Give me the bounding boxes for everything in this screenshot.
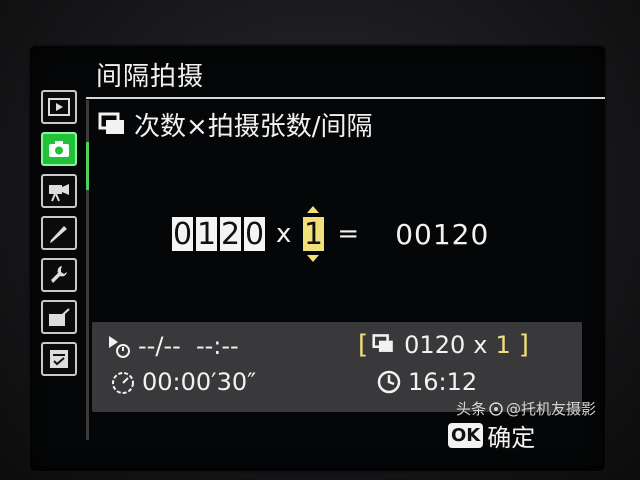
start-time-row: --/-- --:-- [106, 332, 239, 360]
ok-label: 确定 [487, 424, 536, 452]
my-menu-icon [50, 350, 68, 368]
count-digit-3[interactable]: 2 [220, 217, 241, 252]
total-shots: 00120 [395, 217, 490, 251]
tab-retouch[interactable] [41, 300, 77, 334]
start-time-value: --/-- --:-- [138, 332, 239, 360]
watermark-handle: @托机友摄影 [506, 400, 597, 418]
movie-camera-icon [49, 184, 69, 202]
playback-icon [48, 98, 70, 116]
ok-hint[interactable]: OK 确定 [448, 418, 535, 453]
interval-value-row: 0 1 2 0 x 1 = 00120 [172, 206, 490, 262]
start-time-icon [109, 336, 130, 358]
shots-digit[interactable]: 1 [302, 217, 324, 252]
tab-shooting[interactable] [41, 132, 77, 166]
summary-multiply: x [473, 331, 488, 359]
bracket-close: ] [518, 330, 529, 360]
watermark-logo-icon [489, 401, 503, 416]
menu-title: 间隔拍摄 [96, 62, 205, 92]
camera-icon [49, 141, 69, 157]
interval-time-row: 00:00′30″ [110, 368, 256, 396]
sidebar-scroll-track [86, 100, 89, 440]
title-divider [86, 97, 605, 99]
count-digit-2[interactable]: 1 [196, 217, 217, 252]
duration-row: 16:12 [376, 368, 477, 396]
summary-count: 0120 [404, 331, 466, 359]
tab-custom[interactable] [41, 216, 77, 250]
menu-sidebar [38, 82, 89, 442]
equals-sign: = [337, 219, 360, 249]
subtitle-text: 次数×拍摄张数/间隔 [134, 112, 373, 142]
tab-setup[interactable] [41, 258, 77, 292]
watermark-prefix: 头条 [456, 400, 487, 418]
setting-subtitle: 次数×拍摄张数/间隔 [98, 106, 373, 143]
wrench-icon [51, 266, 67, 283]
summary-count-row: [ 0120 x 1 ] [358, 330, 529, 360]
frames-icon [372, 334, 393, 352]
decrease-arrow-icon[interactable] [307, 255, 320, 262]
increase-arrow-icon[interactable] [307, 206, 320, 213]
frames-icon [98, 112, 124, 134]
ok-button-icon[interactable]: OK [448, 423, 484, 448]
duration-value: 16:12 [408, 368, 478, 396]
pencil-icon [50, 226, 67, 243]
clock-icon [377, 370, 401, 394]
bracket-open: [ [358, 330, 369, 360]
count-digit-1[interactable]: 0 [172, 217, 193, 252]
interval-time-value: 00:00′30″ [142, 368, 257, 396]
watermark: 头条 @托机友摄影 [456, 398, 596, 419]
interval-timer-icon [112, 372, 134, 394]
tab-playback[interactable] [41, 90, 77, 124]
multiply-sign: x [276, 219, 292, 249]
count-digit-4[interactable]: 0 [244, 217, 265, 252]
shots-selector[interactable]: 1 [301, 206, 325, 262]
summary-shots: 1 [495, 331, 511, 359]
tab-my-menu[interactable] [41, 342, 77, 376]
tab-movie[interactable] [41, 174, 77, 208]
sidebar-scroll-highlight [86, 142, 89, 190]
retouch-icon [49, 308, 70, 326]
